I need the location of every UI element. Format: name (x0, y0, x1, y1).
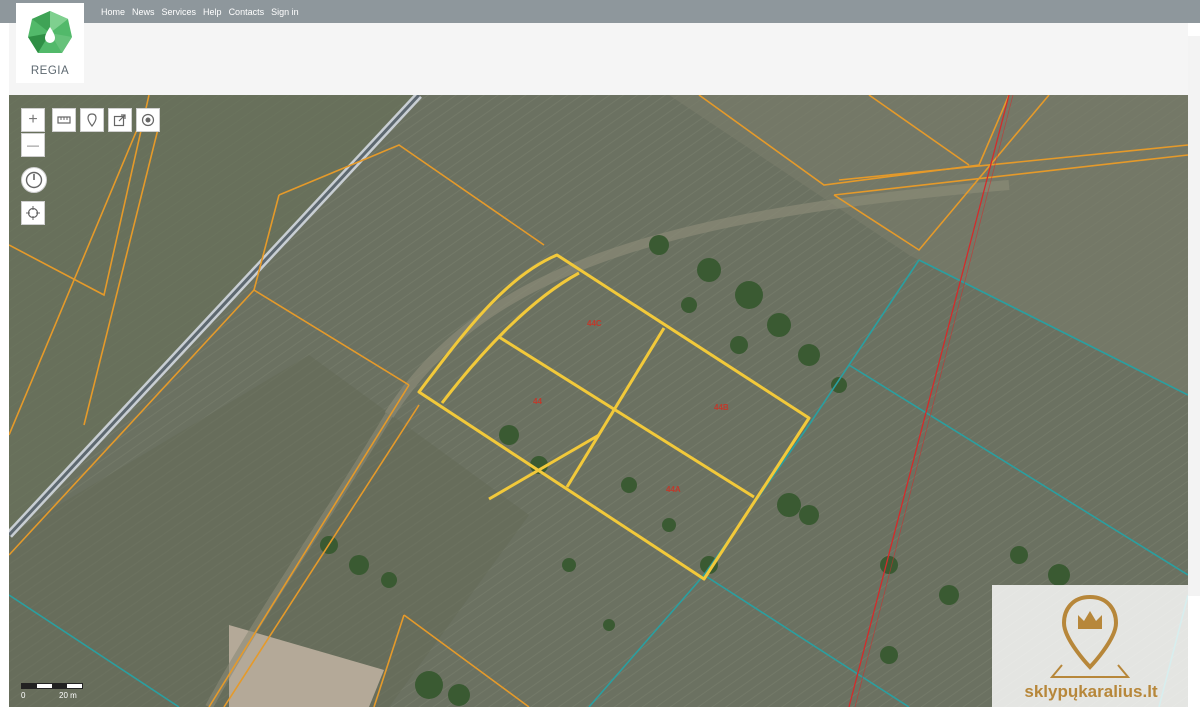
top-navigation-bar: Home News Services Help Contacts Sign in (0, 0, 1200, 23)
scale-bar: 0 20 m (21, 681, 101, 703)
map-canvas[interactable]: 44C 44 44B 44A + — 0 20 m sklypųkaralius… (9, 95, 1188, 707)
export-button[interactable] (108, 108, 132, 132)
lot-label-44c: 44C (587, 319, 602, 328)
logo-text: REGIA (30, 65, 70, 77)
regia-logo-icon (28, 11, 72, 53)
nav-sign-in[interactable]: Sign in (271, 7, 299, 17)
lot-label-44a: 44A (666, 485, 681, 494)
place-marker-button[interactable] (80, 108, 104, 132)
nav-contacts[interactable]: Contacts (229, 7, 265, 17)
zoom-in-button[interactable]: + (21, 108, 45, 132)
lot-label-44b: 44B (714, 403, 729, 412)
scroll-strip (1188, 36, 1200, 596)
watermark-text: sklypųkaralius.lt (1024, 682, 1158, 701)
main-nav: Home News Services Help Contacts Sign in (101, 0, 299, 23)
nav-help[interactable]: Help (203, 7, 222, 17)
locate-icon (26, 206, 40, 220)
nav-news[interactable]: News (132, 7, 155, 17)
measure-button[interactable] (52, 108, 76, 132)
logo[interactable]: REGIA (16, 3, 84, 83)
crown-pin-icon (1049, 594, 1131, 678)
ruler-icon (57, 116, 71, 124)
locate-button[interactable] (21, 201, 45, 225)
target-icon (141, 113, 155, 127)
watermark: sklypųkaralius.lt (992, 585, 1188, 707)
target-button[interactable] (136, 108, 160, 132)
nav-home[interactable]: Home (101, 7, 125, 17)
scale-end: 20 m (59, 691, 77, 700)
zoom-out-button[interactable]: — (21, 133, 45, 157)
compass-icon (25, 171, 43, 189)
scale-start: 0 (21, 691, 26, 700)
export-icon (113, 114, 126, 127)
compass-button[interactable] (21, 167, 47, 193)
header (9, 23, 1188, 95)
marker-icon (87, 113, 97, 127)
nav-services[interactable]: Services (162, 7, 197, 17)
lot-label-44: 44 (533, 397, 542, 406)
